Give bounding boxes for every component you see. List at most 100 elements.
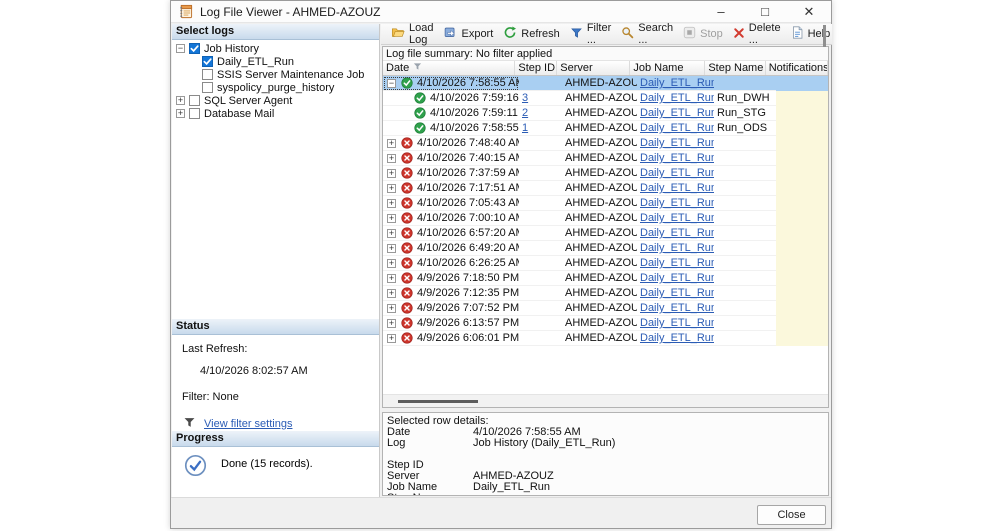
date-cell: +4/9/2026 7:18:50 PM [383, 271, 519, 286]
log-row[interactable]: +4/10/2026 6:57:20 AM AHMED-AZOUZDaily_ET… [383, 225, 828, 241]
error-icon [401, 137, 413, 149]
toolbar-button-delete[interactable]: Delete ... [728, 20, 786, 48]
row-expander-icon[interactable]: + [387, 228, 396, 238]
log-row[interactable]: +4/9/2026 6:13:57 PM AHMED-AZOUZDaily_ETL… [383, 315, 828, 331]
tree-checkbox[interactable] [189, 43, 200, 54]
job-name-link[interactable]: Daily_ETL_Run [640, 332, 714, 344]
row-expander-icon[interactable]: + [387, 168, 396, 178]
close-button[interactable]: Close [757, 505, 826, 525]
tree-expander-icon[interactable]: + [176, 109, 185, 118]
log-row[interactable]: +4/10/2026 7:00:10 AM AHMED-AZOUZDaily_ET… [383, 210, 828, 226]
job-name-link[interactable]: Daily_ETL_Run [640, 272, 714, 284]
step-id-link[interactable]: 2 [522, 107, 528, 119]
date-cell: +4/10/2026 7:00:10 AM [383, 211, 519, 226]
toolbar-button-filter[interactable]: Filter ... [565, 20, 616, 48]
job-name-link[interactable]: Daily_ETL_Run [640, 317, 714, 329]
tree-checkbox[interactable] [189, 95, 200, 106]
job-name-link[interactable]: Daily_ETL_Run [640, 302, 714, 314]
details-vertical-scrollbar-thumb[interactable] [823, 25, 826, 47]
toolbar-button-export[interactable]: Export [438, 24, 498, 44]
log-row[interactable]: +4/9/2026 6:06:01 PM AHMED-AZOUZDaily_ETL… [383, 330, 828, 346]
tree-item-sql-server-agent[interactable]: + SQL Server Agent [172, 94, 379, 107]
column-header-step-name[interactable]: Step Name [705, 61, 766, 75]
tree-checkbox[interactable] [202, 56, 213, 67]
log-row[interactable]: +4/9/2026 7:18:50 PM AHMED-AZOUZDaily_ETL… [383, 270, 828, 286]
toolbar-button-help[interactable]: Help [786, 24, 836, 44]
job-name-link[interactable]: Daily_ETL_Run [640, 287, 714, 299]
toolbar-button-load-log[interactable]: Load Log [386, 20, 438, 48]
log-row[interactable]: − 4/10/2026 7:58:55 AM AHMED-AZOUZDaily_ET… [383, 75, 828, 91]
row-expander-icon[interactable]: + [387, 243, 396, 253]
row-expander-icon[interactable]: + [387, 333, 396, 343]
log-row[interactable]: +4/9/2026 7:12:35 PM AHMED-AZOUZDaily_ETL… [383, 285, 828, 301]
column-header-date[interactable]: Date [383, 61, 516, 75]
job-name-link[interactable]: Daily_ETL_Run [640, 92, 714, 104]
server-value: AHMED-AZOUZ [565, 302, 637, 314]
row-expander-icon[interactable]: + [387, 288, 396, 298]
tree-item-syspolicy-purge-history[interactable]: syspolicy_purge_history [172, 81, 379, 94]
tree-checkbox[interactable] [202, 82, 213, 93]
job-name-link[interactable]: Daily_ETL_Run [640, 122, 714, 134]
row-expander-icon[interactable]: + [387, 303, 396, 313]
log-row[interactable]: 4/10/2026 7:58:55 AM1 AHMED-AZOUZDaily_ET… [383, 120, 828, 136]
tree-checkbox[interactable] [202, 69, 213, 80]
job-name-link[interactable]: Daily_ETL_Run [640, 242, 714, 254]
close-window-button[interactable]: ✕ [787, 1, 831, 22]
horizontal-scrollbar[interactable] [383, 394, 828, 407]
column-header-notifications[interactable]: Notifications [766, 61, 828, 75]
log-row[interactable]: +4/10/2026 7:37:59 AM AHMED-AZOUZDaily_ET… [383, 165, 828, 181]
maximize-button[interactable]: □ [743, 1, 787, 22]
job-name-link[interactable]: Daily_ETL_Run [640, 107, 714, 119]
job-name-link[interactable]: Daily_ETL_Run [640, 227, 714, 239]
tree-checkbox[interactable] [189, 108, 200, 119]
row-expander-icon[interactable]: + [387, 183, 396, 193]
job-name-link[interactable]: Daily_ETL_Run [640, 137, 714, 149]
column-header-job-name[interactable]: Job Name [630, 61, 706, 75]
log-row[interactable]: +4/10/2026 7:05:43 AM AHMED-AZOUZDaily_ET… [383, 195, 828, 211]
toolbar-button-refresh[interactable]: Refresh [498, 24, 565, 44]
row-expander-icon[interactable]: − [387, 78, 396, 88]
row-expander-icon[interactable]: + [387, 213, 396, 223]
row-expander-icon[interactable]: + [387, 318, 396, 328]
column-header-step-id[interactable]: Step ID [515, 61, 558, 75]
horizontal-scrollbar-thumb[interactable] [398, 400, 478, 403]
toolbar-button-search[interactable]: Search ... [616, 20, 678, 48]
step-id-cell [519, 301, 562, 316]
minimize-button[interactable]: – [699, 1, 743, 22]
row-expander-icon[interactable]: + [387, 273, 396, 283]
job-name-link[interactable]: Daily_ETL_Run [640, 77, 714, 89]
job-name-link[interactable]: Daily_ETL_Run [640, 182, 714, 194]
log-row[interactable]: +4/10/2026 7:17:51 AM AHMED-AZOUZDaily_ET… [383, 180, 828, 196]
details-field: Job Name Daily_ETL_Run [387, 482, 824, 493]
job-name-link[interactable]: Daily_ETL_Run [640, 212, 714, 224]
log-row[interactable]: +4/10/2026 7:40:15 AM AHMED-AZOUZDaily_ET… [383, 150, 828, 166]
step-id-link[interactable]: 3 [522, 92, 528, 104]
job-name-link[interactable]: Daily_ETL_Run [640, 152, 714, 164]
log-row[interactable]: 4/10/2026 7:59:16 AM3 AHMED-AZOUZDaily_ET… [383, 90, 828, 106]
row-expander-icon[interactable]: + [387, 258, 396, 268]
job-name-cell: Daily_ETL_Run [637, 181, 714, 196]
log-row[interactable]: +4/10/2026 6:49:20 AM AHMED-AZOUZDaily_ET… [383, 240, 828, 256]
view-filter-settings-link[interactable]: View filter settings [204, 418, 292, 430]
column-header-server[interactable]: Server [557, 61, 631, 75]
toolbar-button-stop[interactable]: Stop [678, 24, 728, 44]
tree-item-job-history[interactable]: − Job History [172, 42, 379, 55]
tree-item-ssis-server-maintenance-job[interactable]: SSIS Server Maintenance Job [172, 68, 379, 81]
tree-expander-icon[interactable]: + [176, 96, 185, 105]
job-name-link[interactable]: Daily_ETL_Run [640, 197, 714, 209]
row-expander-icon[interactable]: + [387, 198, 396, 208]
row-expander-icon[interactable]: + [387, 138, 396, 148]
tree-expander-icon[interactable]: − [176, 44, 185, 53]
date-value: 4/10/2026 7:48:40 AM [417, 137, 519, 149]
step-id-link[interactable]: 1 [522, 122, 528, 134]
log-row[interactable]: 4/10/2026 7:59:11 AM2 AHMED-AZOUZDaily_ET… [383, 105, 828, 121]
log-row[interactable]: +4/10/2026 7:48:40 AM AHMED-AZOUZDaily_ET… [383, 135, 828, 151]
row-expander-icon[interactable]: + [387, 153, 396, 163]
job-name-link[interactable]: Daily_ETL_Run [640, 167, 714, 179]
log-row[interactable]: +4/10/2026 6:26:25 AM AHMED-AZOUZDaily_ET… [383, 255, 828, 271]
tree-item-database-mail[interactable]: + Database Mail [172, 107, 379, 120]
tree-item-daily-etl-run[interactable]: Daily_ETL_Run [172, 55, 379, 68]
notifications-cell [776, 330, 828, 346]
job-name-link[interactable]: Daily_ETL_Run [640, 257, 714, 269]
log-row[interactable]: +4/9/2026 7:07:52 PM AHMED-AZOUZDaily_ETL… [383, 300, 828, 316]
